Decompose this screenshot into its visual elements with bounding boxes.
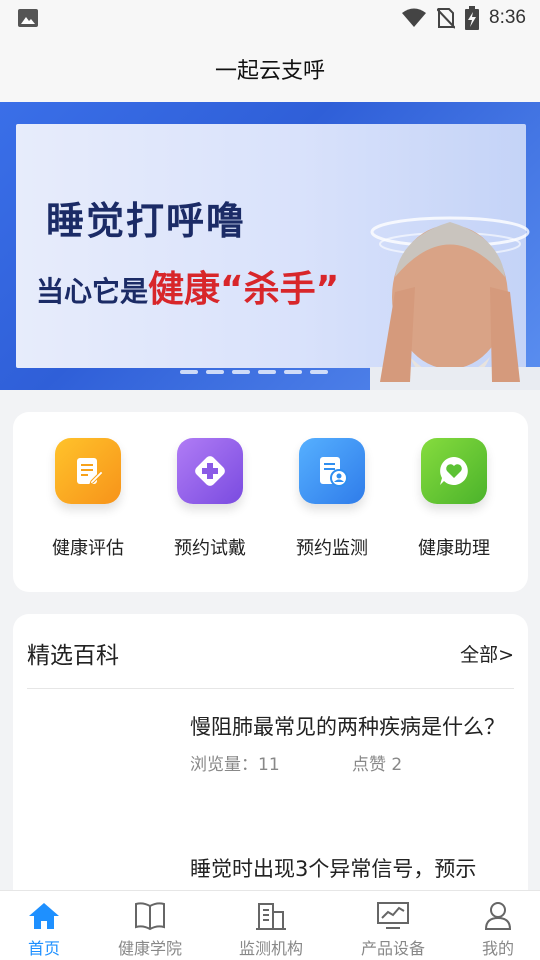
article-title: 睡觉时出现3个异常信号，预示 [190,857,477,881]
banner-subheadline-prefix: 当心它是 [36,275,149,308]
banner-dot[interactable] [180,370,198,374]
page-title: 一起云支呼 [214,59,325,84]
banner-dot[interactable] [206,370,224,374]
banner-dot[interactable] [310,370,328,374]
monitor-chart-icon [377,902,409,929]
quick-action-label: 预约监测 [296,538,368,559]
banner-headline: 睡觉打呼噜 [46,199,247,243]
book-icon [135,902,165,931]
tab-home[interactable]: 首页 [0,899,98,959]
status-bar: 8:36 [0,0,540,36]
quick-action-trial-fitting[interactable]: 预约试戴 [155,438,265,560]
home-icon [29,903,59,929]
building-icon [256,903,286,930]
quick-action-label: 健康助理 [418,538,490,559]
no-sim-icon [437,8,456,29]
article-title: 慢阻肺最常见的两种疾病是什么？ [190,715,505,739]
divider [27,688,514,689]
status-time: 8:36 [489,7,526,28]
featured-wiki-card: 精选百科 全部> 慢阻肺最常见的两种疾病是什么？ 浏览量：11 点赞 2 睡觉时… [13,614,528,904]
heart-chat-icon [421,438,487,504]
tab-label: 首页 [27,939,60,958]
tab-label: 监测机构 [238,939,303,958]
tab-label: 我的 [481,939,514,958]
article-item[interactable]: 睡觉时出现3个异常信号，预示 [190,852,510,886]
app-header: 一起云支呼 [0,36,540,102]
headache-person-illustration [370,216,540,390]
article-item[interactable]: 慢阻肺最常见的两种疾病是什么？ 浏览量：11 点赞 2 [190,710,510,775]
tab-monitoring-institutions[interactable]: 监测机构 [217,899,325,959]
quick-action-health-assessment[interactable]: 健康评估 [33,438,143,560]
quick-action-health-assistant[interactable]: 健康助理 [399,438,509,560]
quick-actions-card: 健康评估 预约试戴 预约监测 健康助理 [13,412,528,592]
tab-label: 产品设备 [360,939,425,958]
promo-banner[interactable]: 睡觉打呼噜 当心它是健康“杀手” [0,102,540,390]
wifi-icon [402,8,427,27]
battery-charging-icon [465,6,480,30]
banner-dot[interactable] [232,370,250,374]
quick-action-monitoring[interactable]: 预约监测 [277,438,387,560]
tab-label: 健康学院 [117,939,182,958]
bottom-tab-bar: 首页 健康学院 监测机构 产品设备 我的 [0,890,540,960]
banner-pagination[interactable] [180,370,328,374]
section-title: 精选百科 [27,643,119,669]
quick-action-label: 预约试戴 [174,538,246,559]
banner-subheadline-highlight: 健康“杀手” [148,269,340,310]
clipboard-edit-icon [55,438,121,504]
medical-cross-icon [177,438,243,504]
view-all-link[interactable]: 全部> [460,640,514,667]
tab-products[interactable]: 产品设备 [339,899,447,959]
banner-dot[interactable] [284,370,302,374]
banner-dot[interactable] [258,370,276,374]
tab-health-academy[interactable]: 健康学院 [96,899,204,959]
gallery-icon [18,9,38,27]
user-icon [484,902,512,930]
quick-action-label: 健康评估 [52,538,124,559]
article-likes: 点赞 2 [352,755,403,775]
report-user-icon [299,438,365,504]
article-meta: 浏览量：11 点赞 2 [190,750,510,775]
banner-subheadline: 当心它是健康“杀手” [36,260,339,312]
article-views: 浏览量：11 [190,755,280,775]
tab-mine[interactable]: 我的 [444,899,540,959]
